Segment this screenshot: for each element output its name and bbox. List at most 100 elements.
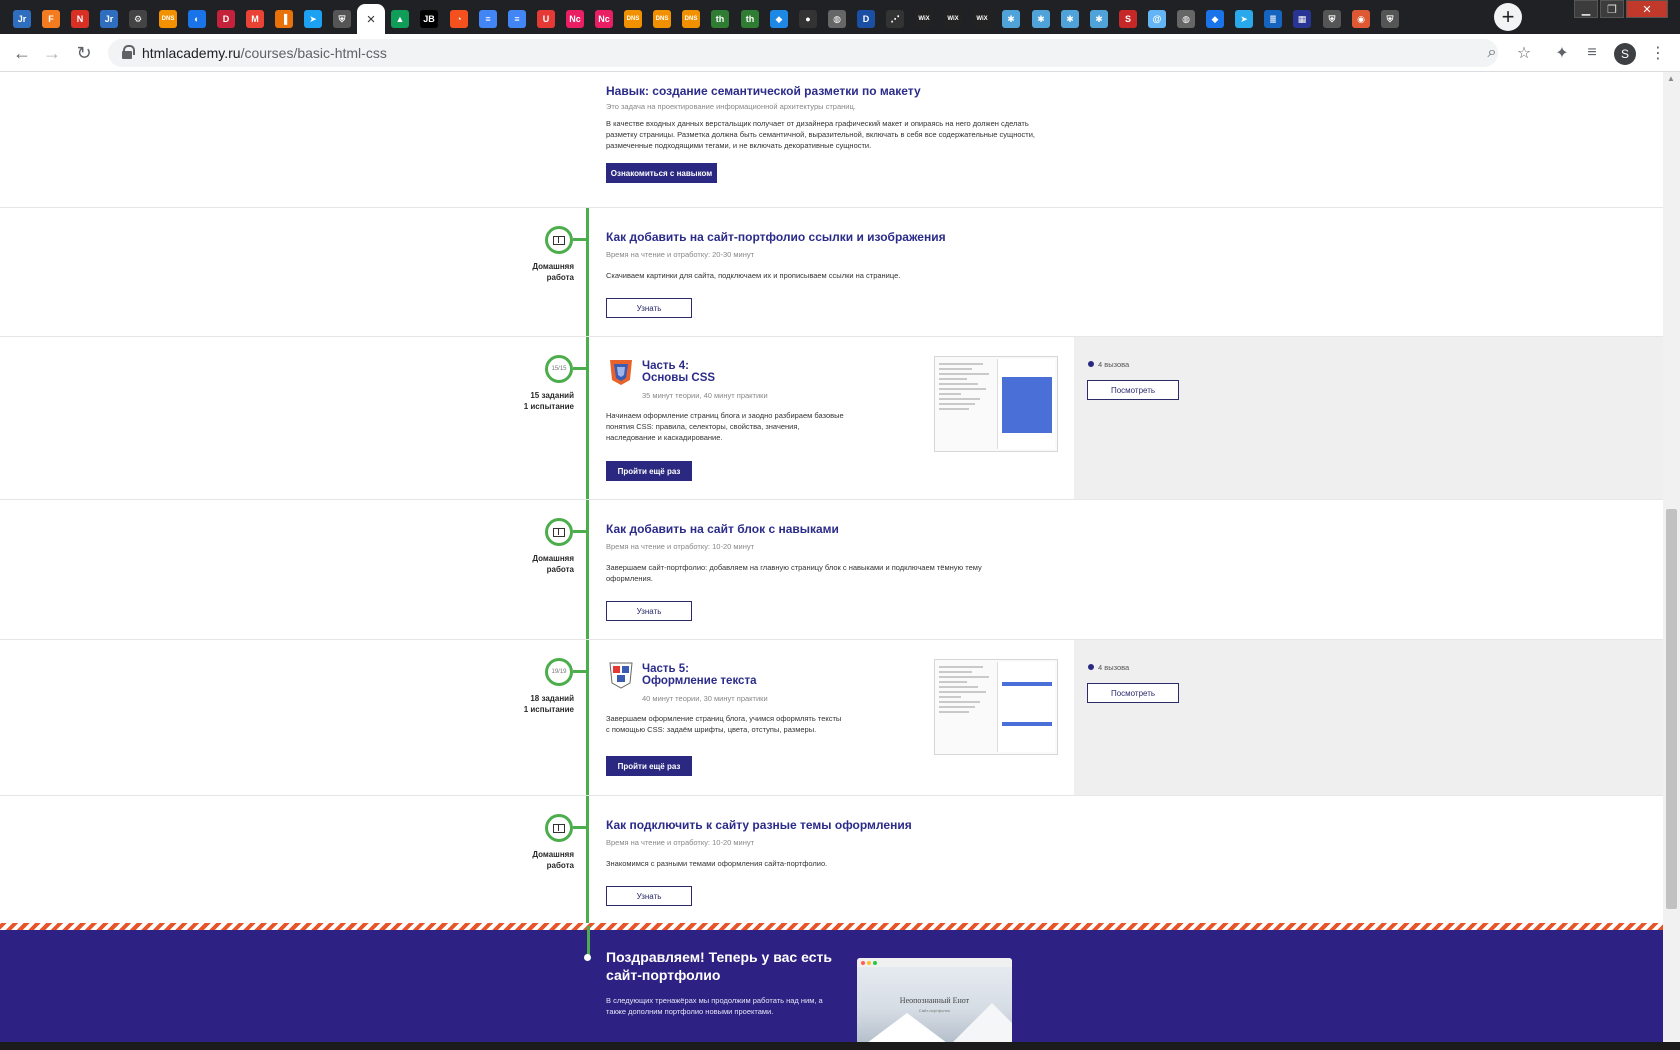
browser-tab[interactable]: S <box>1114 4 1142 34</box>
browser-tab[interactable]: ≡ <box>474 4 502 34</box>
browser-tab[interactable]: ≣ <box>1259 4 1287 34</box>
browser-tab[interactable]: M <box>241 4 269 34</box>
browser-tab[interactable]: U <box>532 4 560 34</box>
browser-tab[interactable]: ⋰ <box>881 4 909 34</box>
browser-tab[interactable]: D <box>212 4 240 34</box>
shield-icon: ⛨ <box>333 10 351 28</box>
close-icon[interactable]: × <box>367 11 376 28</box>
browser-tab[interactable]: Nc <box>561 4 589 34</box>
browser-tab[interactable]: ▐ <box>270 4 298 34</box>
profile-avatar[interactable]: S <box>1614 43 1636 65</box>
skill-description: В качестве входных данных верстальщик по… <box>606 119 1035 150</box>
browser-tab[interactable]: WiX <box>910 4 938 34</box>
decorative-stripe <box>0 923 1663 930</box>
dns-icon: DNS <box>653 10 671 28</box>
part-title[interactable]: Часть 5: Оформление текста <box>642 663 756 687</box>
drop-icon: ◐ <box>188 10 206 28</box>
browser-tab[interactable]: ◍ <box>823 4 851 34</box>
congrats-title: Поздравляем! Теперь у вас есть сайт-порт… <box>606 949 832 983</box>
s-red-icon: S <box>1119 10 1137 28</box>
browser-tab[interactable]: ◆ <box>1201 4 1229 34</box>
part-title[interactable]: Часть 4: Основы CSS <box>642 360 715 384</box>
browser-tab[interactable]: ◐ <box>183 4 211 34</box>
homework-learn-button[interactable]: Узнать <box>606 886 692 906</box>
browser-tab[interactable]: th <box>736 4 764 34</box>
wix-icon: WiX <box>915 10 933 28</box>
bookmark-star-icon[interactable]: ☆ <box>1512 41 1536 65</box>
homework-learn-button[interactable]: Узнать <box>606 298 692 318</box>
browser-tab[interactable]: ⛨ <box>328 4 356 34</box>
menu-kebab-icon[interactable]: ⋮ <box>1646 41 1670 65</box>
browser-tab[interactable]: ➤ <box>299 4 327 34</box>
reload-icon[interactable]: ↻ <box>72 41 96 65</box>
extensions-puzzle-icon[interactable]: ✦ <box>1550 41 1574 65</box>
preview-title: Неопознанный Енот <box>899 996 970 1005</box>
congrats-description: В следующих тренажёрах мы продолжим рабо… <box>606 996 823 1016</box>
browser-tab[interactable]: ● <box>794 4 822 34</box>
new-tab-button[interactable]: + <box>1494 3 1522 31</box>
th-icon: th <box>741 10 759 28</box>
shield-icon: ⛨ <box>1381 10 1399 28</box>
forward-arrow-icon[interactable]: → <box>40 41 64 65</box>
browser-tab[interactable]: ▦ <box>1288 4 1316 34</box>
part-preview-image[interactable] <box>934 356 1058 452</box>
browser-tab[interactable]: × <box>357 4 385 34</box>
browser-tab[interactable]: ⚙ <box>124 4 152 34</box>
browser-tab[interactable]: WiX <box>968 4 996 34</box>
browser-tab[interactable]: ◉ <box>1347 4 1375 34</box>
lock-icon[interactable] <box>122 45 135 59</box>
browser-tab[interactable]: WiX <box>939 4 967 34</box>
nc-icon: Nc <box>595 10 613 28</box>
homework-title[interactable]: Как добавить на сайт блок с навыками <box>606 522 839 536</box>
close-window-icon[interactable]: ✕ <box>1626 0 1668 18</box>
view-challenges-button[interactable]: Посмотреть <box>1087 380 1179 400</box>
browser-tab[interactable]: @ <box>1143 4 1171 34</box>
browser-tab[interactable]: N <box>66 4 94 34</box>
node-connector <box>573 238 587 241</box>
browser-tab[interactable]: ▲ <box>386 4 414 34</box>
browser-tab[interactable]: JB <box>415 4 443 34</box>
browser-tab[interactable]: ✱ <box>1056 4 1084 34</box>
scroll-up-arrow-icon[interactable]: ▲ <box>1667 74 1675 83</box>
url-text[interactable]: htmlacademy.ru/courses/basic-html-css <box>142 45 387 61</box>
page-scrollbar[interactable]: ▲ <box>1663 72 1680 1050</box>
browser-tab[interactable]: D <box>852 4 880 34</box>
browser-tab[interactable]: ≡ <box>503 4 531 34</box>
browser-tab[interactable]: DNS <box>154 4 182 34</box>
part-retry-button[interactable]: Пройти ещё раз <box>606 756 692 776</box>
restore-icon[interactable]: ❐ <box>1600 0 1624 18</box>
browser-tab[interactable]: Jr <box>8 4 36 34</box>
back-arrow-icon[interactable]: ← <box>10 41 34 65</box>
browser-tab[interactable]: ✱ <box>1085 4 1113 34</box>
browser-tab[interactable]: ◆ <box>765 4 793 34</box>
browser-tab[interactable]: ✱ <box>997 4 1025 34</box>
media-control-icon[interactable]: ≡ <box>1580 41 1604 65</box>
part-retry-button[interactable]: Пройти ещё раз <box>606 461 692 481</box>
browser-tab[interactable]: Jr <box>95 4 123 34</box>
browser-tab[interactable]: DNS <box>677 4 705 34</box>
scrollbar-thumb[interactable] <box>1666 509 1677 909</box>
browser-tab[interactable]: Nc <box>590 4 618 34</box>
browser-tab[interactable]: F <box>37 4 65 34</box>
homework-title[interactable]: Как добавить на сайт-портфолио ссылки и … <box>606 230 946 244</box>
view-challenges-button[interactable]: Посмотреть <box>1087 683 1179 703</box>
browser-tab[interactable]: DNS <box>619 4 647 34</box>
tab-strip: + ▁ ❐ ✕ Jr F N Jr ⚙ DNS ◐ D M ▐ ➤ ⛨ × ▲ JB ◔ ≡ ≡ U Nc Nc DNS D… <box>0 0 1680 34</box>
browser-tab[interactable]: ⛨ <box>1376 4 1404 34</box>
address-bar[interactable]: htmlacademy.ru/courses/basic-html-css ⌕ … <box>108 39 1531 67</box>
homework-title[interactable]: Как подключить к сайту разные темы оформ… <box>606 818 912 832</box>
skill-learn-button[interactable]: Ознакомиться с навыком <box>606 163 717 183</box>
homework-learn-button[interactable]: Узнать <box>606 601 692 621</box>
browser-tab[interactable]: th <box>706 4 734 34</box>
part-preview-image[interactable] <box>934 659 1058 755</box>
drive-icon: ▲ <box>391 10 409 28</box>
browser-tab[interactable]: ◍ <box>1172 4 1200 34</box>
browser-tab[interactable]: ✱ <box>1027 4 1055 34</box>
zoom-icon[interactable]: ⌕ <box>1480 41 1504 65</box>
finish-node <box>584 954 591 961</box>
browser-tab[interactable]: ◔ <box>445 4 473 34</box>
minimize-icon[interactable]: ▁ <box>1574 0 1598 18</box>
browser-tab[interactable]: ➤ <box>1230 4 1258 34</box>
browser-tab[interactable]: DNS <box>648 4 676 34</box>
browser-tab[interactable]: ⛨ <box>1318 4 1346 34</box>
